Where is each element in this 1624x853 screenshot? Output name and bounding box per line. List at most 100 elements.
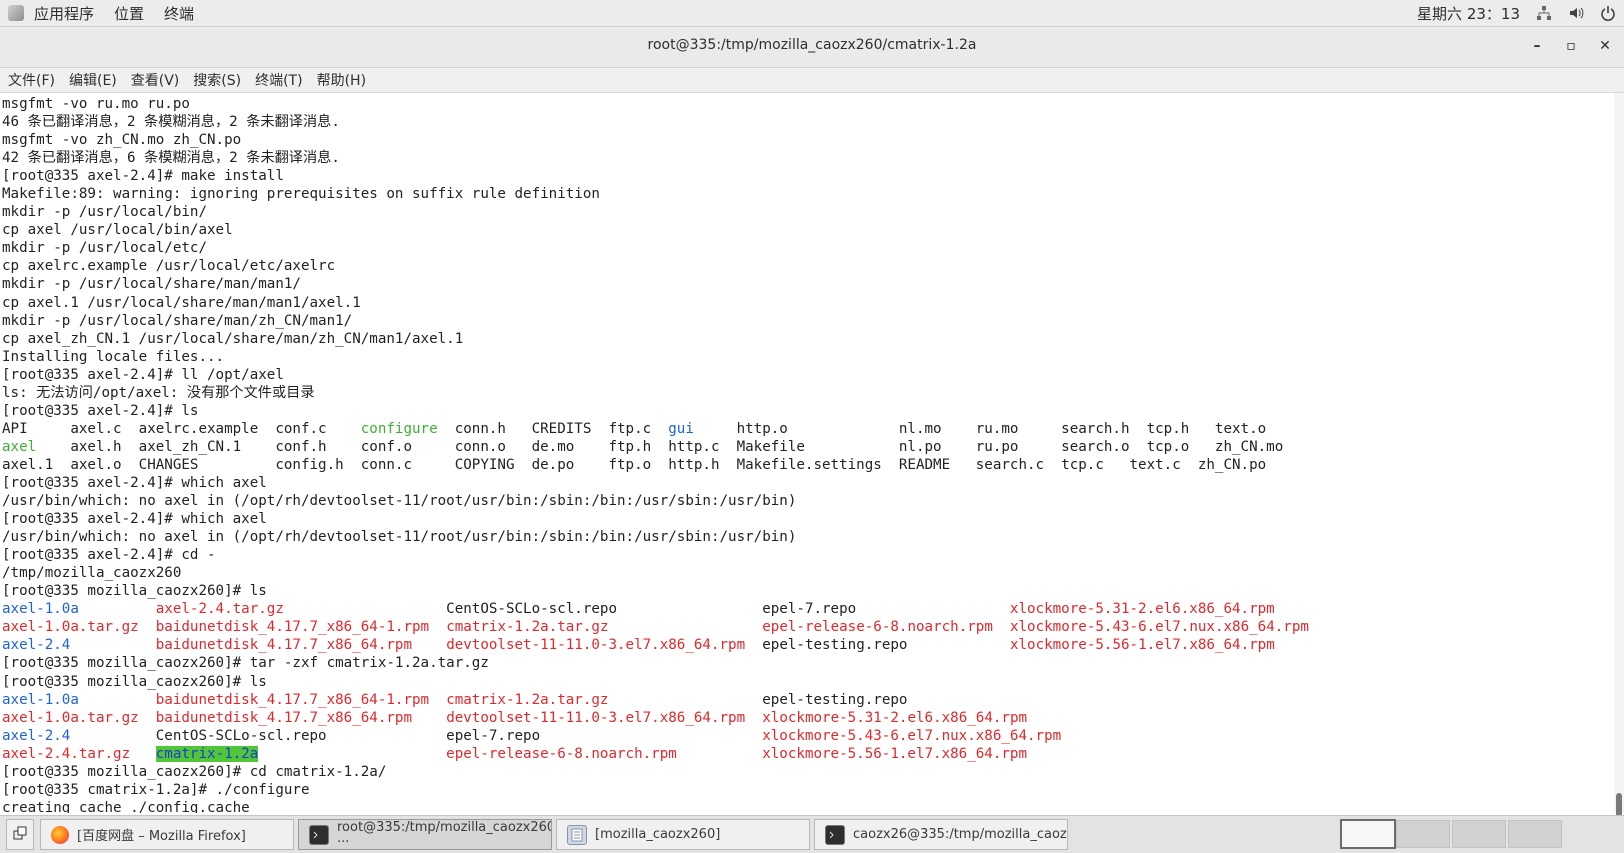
terminal-text: epel-release-6-8.noarch.rpm [446, 745, 677, 762]
terminal-line: mkdir -p /usr/local/share/man/zh_CN/man1… [2, 312, 1614, 330]
volume-icon[interactable] [1568, 5, 1584, 21]
terminal-line: cp axel_zh_CN.1 /usr/local/share/man/zh_… [2, 330, 1614, 348]
menu-view[interactable]: 查看(V) [131, 70, 180, 90]
terminal-text: xlockmore-5.43-6.el7.nux.x86_64.rpm [1009, 619, 1309, 636]
terminal-line: [root@335 cmatrix-1.2a]# ./configure [2, 781, 1614, 799]
window-title-bar[interactable]: root@335:/tmp/mozilla_caozx260/cmatrix-1… [0, 27, 1624, 68]
terminal-line: API axel.c axelrc.example conf.c configu… [2, 420, 1614, 438]
terminal-line: axel-1.0a.tar.gz baidunetdisk_4.17.7_x86… [2, 709, 1614, 727]
terminal-text: mkdir -p /usr/local/share/man/zh_CN/man1… [2, 312, 353, 329]
menu-terminal[interactable]: 终端(T) [255, 70, 302, 90]
terminal-line: axel-2.4 CentOS-SCLo-scl.repo epel-7.rep… [2, 727, 1614, 745]
menu-edit[interactable]: 编辑(E) [69, 70, 117, 90]
terminal-line: axel-1.0a axel-2.4.tar.gz CentOS-SCLo-sc… [2, 600, 1614, 618]
menu-search[interactable]: 搜索(S) [193, 70, 241, 90]
terminal-text: epel-testing.repo [745, 637, 1010, 654]
firefox-icon [51, 825, 69, 844]
terminal-line: axel.1 axel.o CHANGES config.h conn.c CO… [2, 456, 1614, 474]
terminal-text: [root@335 cmatrix-1.2a]# ./configure [2, 781, 310, 798]
terminal-text: gui [668, 420, 694, 437]
terminal-text: creating cache ./config.cache [2, 799, 250, 813]
task-file-manager[interactable]: [mozilla_caozx260] [556, 819, 810, 850]
terminal-text: [root@335 mozilla_caozx260]# ls [2, 673, 267, 690]
terminal-output[interactable]: msgfmt -vo ru.mo ru.po 46 条已翻译消息，2 条模糊消息，… [2, 95, 1614, 813]
network-icon[interactable] [1536, 5, 1552, 21]
minimize-button[interactable]: – [1524, 35, 1550, 57]
terminal-menubar: 文件(F) 编辑(E) 查看(V) 搜索(S) 终端(T) 帮助(H) [0, 68, 1624, 93]
terminal-line: cp axel /usr/local/bin/axel [2, 221, 1614, 239]
menu-file[interactable]: 文件(F) [8, 70, 55, 90]
power-icon[interactable] [1600, 5, 1616, 21]
terminal-text: [root@335 axel-2.4]# ls [2, 402, 199, 419]
terminal-text: mkdir -p /usr/local/share/man/man1/ [2, 276, 301, 293]
terminal-text: [root@335 axel-2.4]# which axel [2, 511, 267, 528]
maximize-button[interactable]: ▫ [1558, 35, 1584, 57]
terminal-text: cp axel /usr/local/bin/axel [2, 222, 233, 239]
menu-terminal[interactable]: 终端 [164, 3, 194, 24]
terminal-line: cp axel.1 /usr/local/share/man/man1/axel… [2, 294, 1614, 312]
task-firefox[interactable]: [百度网盘 – Mozilla Firefox] [40, 819, 294, 850]
file-manager-icon [567, 824, 587, 845]
task-terminal-caozx[interactable]: caozx26@335:/tmp/mozilla_caozx··· [814, 819, 1068, 850]
terminal-line: axel-1.0a.tar.gz baidunetdisk_4.17.7_x86… [2, 618, 1614, 636]
terminal-line: axel axel.h axel_zh_CN.1 conf.h conf.o c… [2, 438, 1614, 456]
workspace-1[interactable] [1340, 819, 1396, 849]
show-desktop-icon [13, 826, 27, 844]
close-button[interactable]: ✕ [1592, 35, 1618, 57]
workspace-3[interactable] [1452, 820, 1506, 848]
terminal-text: configure [360, 420, 438, 437]
show-desktop-button[interactable] [6, 819, 34, 850]
terminal-line: [root@335 axel-2.4]# which axel [2, 510, 1614, 528]
terminal-line: axel-2.4.tar.gz cmatrix-1.2a epel-releas… [2, 745, 1614, 763]
terminal-line: mkdir -p /usr/local/share/man/man1/ [2, 275, 1614, 293]
terminal-text: CentOS-SCLo-scl.repo epel-7.repo [283, 601, 1010, 618]
applications-icon[interactable] [8, 5, 24, 21]
menu-applications[interactable]: 应用程序 [34, 3, 94, 24]
terminal-text: xlockmore-5.56-1.el7.x86_64.rpm [1009, 637, 1275, 654]
terminal-scrollbar[interactable] [1614, 93, 1624, 835]
terminal-text: mkdir -p /usr/local/etc/ [2, 240, 207, 257]
workspace-2[interactable] [1396, 820, 1450, 848]
terminal-text: cp axelrc.example /usr/local/etc/axelrc [2, 258, 336, 275]
terminal-text: epel-testing.repo [608, 691, 908, 708]
terminal-text: axel-2.4 [2, 637, 71, 654]
terminal-line: ls: 无法访问/opt/axel: 没有那个文件或目录 [2, 384, 1614, 402]
terminal-line: 42 条已翻译消息，6 条模糊消息，2 条未翻译消息. [2, 149, 1614, 167]
terminal-line: [root@335 mozilla_caozx260]# tar -zxf cm… [2, 654, 1614, 672]
terminal-text: cp axel_zh_CN.1 /usr/local/share/man/zh_… [2, 330, 464, 347]
terminal-text: /usr/bin/which: no axel in (/opt/rh/devt… [2, 529, 797, 546]
terminal-text: 42 条已翻译消息，6 条模糊消息，2 条未翻译消息. [2, 150, 340, 167]
top-menu: 应用程序 位置 终端 [0, 3, 208, 24]
workspace-4[interactable] [1508, 820, 1562, 848]
terminal-text: [root@335 axel-2.4]# make install [2, 168, 284, 185]
window-title: root@335:/tmp/mozilla_caozx260/cmatrix-1… [647, 37, 977, 53]
terminal-line: cp axelrc.example /usr/local/etc/axelrc [2, 257, 1614, 275]
terminal-text: xlockmore-5.43-6.el7.nux.x86_64.rpm [762, 727, 1062, 744]
terminal-text: API axel.c axelrc.example conf.c [2, 420, 361, 437]
terminal-text: Makefile:89: warning: ignoring prerequis… [2, 186, 600, 203]
task-terminal-root[interactable]: root@335:/tmp/mozilla_caozx260/··· [298, 819, 552, 850]
terminal-line: [root@335 mozilla_caozx260]# cd cmatrix-… [2, 763, 1614, 781]
terminal-text: cmatrix-1.2a.tar.gz [446, 691, 609, 708]
menu-help[interactable]: 帮助(H) [317, 70, 366, 90]
terminal-text: [root@335 mozilla_caozx260]# ls [2, 583, 267, 600]
menu-places[interactable]: 位置 [114, 3, 144, 24]
terminal-line: [root@335 mozilla_caozx260]# ls [2, 673, 1614, 691]
clock[interactable]: 星期六 23：13 [1417, 3, 1520, 24]
terminal-text: cp axel.1 /usr/local/share/man/man1/axel… [2, 294, 361, 311]
terminal-line: [root@335 axel-2.4]# which axel [2, 474, 1614, 492]
terminal-line: /usr/bin/which: no axel in (/opt/rh/devt… [2, 492, 1614, 510]
terminal-text: xlockmore-5.31-2.el6.x86_64.rpm [1009, 601, 1275, 618]
terminal-text: axel.1 axel.o CHANGES config.h conn.c CO… [2, 456, 1267, 473]
terminal-line: mkdir -p /usr/local/etc/ [2, 239, 1614, 257]
terminal-text: [root@335 axel-2.4]# cd - [2, 547, 216, 564]
terminal-icon [825, 824, 845, 845]
